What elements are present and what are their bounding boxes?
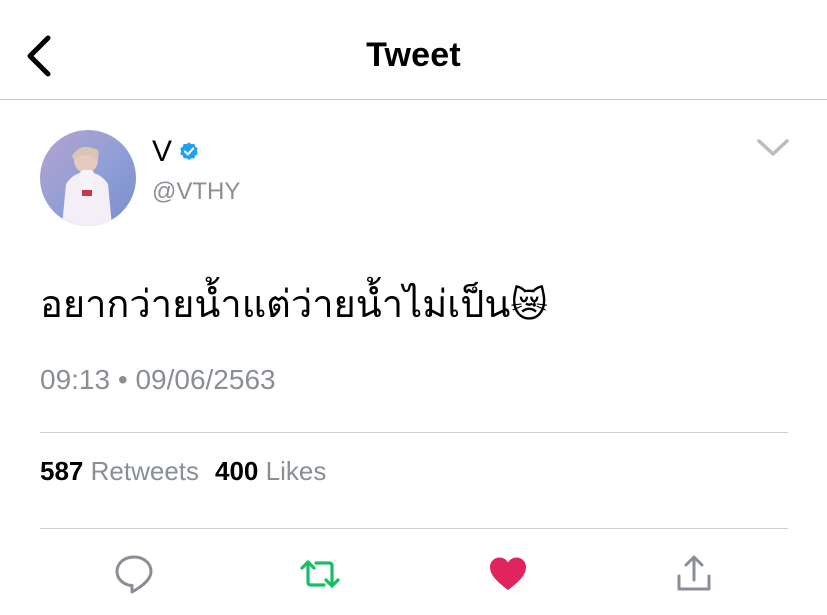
top-bar: Tweet: [0, 0, 827, 100]
author-name-row[interactable]: V: [152, 134, 200, 170]
reply-bubble-icon: [115, 555, 153, 594]
tweet-text: อยากว่ายน้ำแต่ว่ายน้ำไม่เป็น😿: [40, 276, 787, 334]
page-title: Tweet: [366, 36, 461, 74]
like-button[interactable]: [486, 552, 530, 596]
author-handle[interactable]: @VTHY: [152, 178, 240, 206]
crying-cat-emoji: 😿: [510, 284, 548, 325]
share-upload-icon: [677, 555, 711, 591]
tweet-stats: 587 Retweets 400 Likes: [40, 456, 326, 487]
likes-label: Likes: [265, 456, 327, 486]
retweets-label: Retweets: [90, 456, 200, 486]
tweet-body: อยากว่ายน้ำแต่ว่ายน้ำไม่เป็น: [40, 284, 511, 326]
tweet-date: 09/06/2563: [135, 364, 276, 395]
tweet-time: 09:13: [40, 364, 111, 395]
divider-top: [40, 432, 788, 433]
chevron-down-icon: [757, 139, 789, 156]
share-button[interactable]: [672, 552, 716, 596]
retweets-stat[interactable]: 587 Retweets: [40, 456, 199, 487]
divider-bottom: [40, 528, 788, 529]
retweets-count: 587: [40, 456, 84, 486]
verified-badge-icon: [180, 142, 198, 160]
likes-count: 400: [215, 456, 259, 486]
tweet-timestamp: 09:13 • 09/06/2563: [40, 364, 276, 396]
heart-icon: [490, 557, 526, 590]
timestamp-separator: •: [117, 364, 128, 395]
tweet-menu-button[interactable]: [754, 132, 792, 162]
retweet-icon: [300, 560, 340, 588]
reply-button[interactable]: [112, 552, 156, 596]
display-name[interactable]: V: [152, 135, 172, 169]
likes-stat[interactable]: 400 Likes: [215, 456, 326, 487]
retweet-button[interactable]: [298, 552, 342, 596]
avatar[interactable]: [40, 130, 136, 226]
